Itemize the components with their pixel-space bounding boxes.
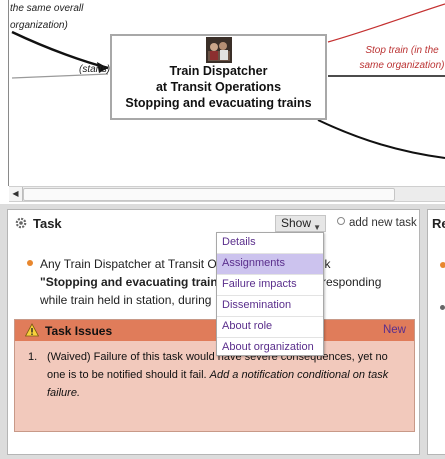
show-label: Show [281, 216, 312, 230]
node-role-title: Train Dispatcher [169, 64, 268, 78]
scrollbar-thumb[interactable] [23, 188, 395, 201]
bullet-icon [440, 305, 445, 310]
add-new-task-link[interactable]: add new task [337, 217, 417, 229]
show-dropdown-menu: Details Assignments Failure impacts Diss… [216, 232, 324, 356]
task-panel-header: Task Show ▼ add new task [8, 210, 419, 238]
bullet-icon [27, 260, 33, 266]
menu-item-assignments[interactable]: Assignments [217, 254, 323, 275]
task-issues-title: Task Issues [45, 324, 113, 338]
menu-item-about-role[interactable]: About role [217, 317, 323, 338]
task-issues-box: Task Issues New 1. (Waived) Failure of t… [14, 319, 415, 432]
node-task-name: Stopping and evacuating trains [125, 96, 312, 110]
train-dispatcher-task-node[interactable]: Train Dispatcher at Transit Operations S… [110, 34, 327, 120]
upstream-edge-label: the same overall organization) [10, 3, 84, 31]
flow-diagram-canvas[interactable]: the same overall organization) (starts) … [0, 0, 445, 204]
add-task-label: add new task [349, 217, 417, 229]
bullet-icon [440, 262, 445, 268]
menu-item-about-organization[interactable]: About organization [217, 338, 323, 359]
desc-task-name: "Stopping and evacuating trains [40, 275, 225, 289]
menu-item-details[interactable]: Details [217, 233, 323, 254]
right-side-panel: Re [427, 209, 445, 455]
warning-icon [25, 323, 39, 337]
desc-line1-start: Any Train Dispatcher at Transit O [40, 257, 217, 271]
gear-icon[interactable] [14, 216, 28, 230]
desc-line3-start: while train held in station, during [40, 293, 212, 307]
add-circle-icon [337, 217, 345, 225]
node-organization: at Transit Operations [155, 80, 282, 94]
task-issues-header: Task Issues New [15, 320, 414, 341]
starts-edge-label: (starts) [79, 64, 111, 75]
issue-number: 1. [28, 351, 38, 363]
menu-item-dissemination[interactable]: Dissemination [217, 296, 323, 317]
show-dropdown-button[interactable]: Show ▼ [275, 215, 326, 232]
task-panel-title: Task [33, 216, 62, 231]
role-photo-icon [205, 37, 232, 63]
stop-train-edge-label[interactable]: Stop train (in the same organization) [352, 43, 445, 73]
scroll-left-button[interactable]: ◀ [9, 187, 23, 201]
right-panel-title: Re [432, 216, 445, 231]
task-panel: Task Show ▼ add new task Any Train Dispa… [7, 209, 420, 455]
menu-item-failure-impacts[interactable]: Failure impacts [217, 275, 323, 296]
diagram-horizontal-scrollbar[interactable]: ◀ [9, 186, 445, 202]
new-issue-link[interactable]: New [383, 324, 406, 336]
